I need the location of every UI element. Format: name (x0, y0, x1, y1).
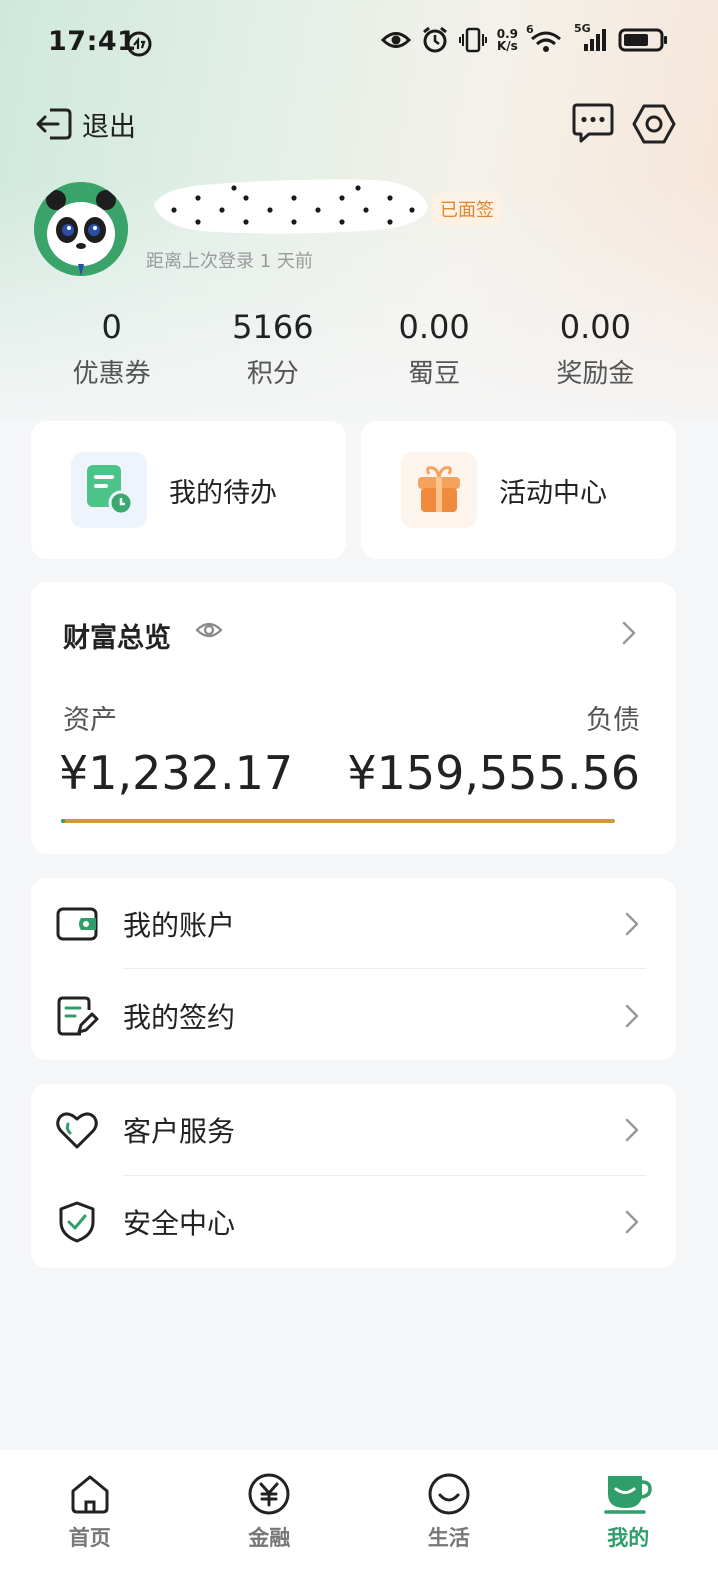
status-time: 17:41 (48, 26, 137, 57)
network-type-label: 5G (574, 22, 591, 35)
my-todo-label: 我的待办 (169, 477, 277, 509)
debt-value: ¥159,555.56 (347, 746, 640, 800)
exit-icon (36, 108, 72, 140)
wifi-label: 6 (526, 23, 534, 36)
todo-icon (71, 452, 147, 528)
wallet-icon (55, 902, 99, 946)
tab-life[interactable]: 生活 (359, 1450, 539, 1595)
activity-center-label: 活动中心 (499, 477, 607, 509)
tab-home[interactable]: 首页 (0, 1450, 180, 1595)
message-icon (572, 103, 614, 143)
gift-icon (401, 452, 477, 528)
stat-points[interactable]: 5166 积分 (192, 307, 353, 390)
menu-divider (123, 968, 646, 969)
redacted-username (154, 179, 428, 234)
stat-value: 0.00 (559, 308, 631, 346)
heart-svg-icon (56, 1112, 98, 1149)
stat-label: 积分 (246, 359, 299, 389)
stat-value: 0 (101, 308, 122, 346)
todo-document-icon (87, 465, 134, 516)
stats-row: 0 优惠券 5166 积分 0.00 蜀豆 0.00 奖励金 (31, 307, 676, 390)
cellular-indicator: 5G (574, 22, 608, 53)
smile-icon (428, 1473, 470, 1515)
exit-label: 退出 (82, 111, 136, 143)
panda-avatar-icon (34, 182, 128, 276)
network-speed: 0.9 K/s (497, 28, 518, 52)
vibrate-icon (458, 27, 487, 53)
wifi-indicator: 6 (526, 23, 564, 53)
shield-icon (55, 1200, 99, 1244)
eye-comfort-icon (380, 32, 411, 48)
messages-button[interactable] (571, 102, 615, 148)
menu-item-my-signing[interactable]: 我的签约 (31, 970, 676, 1062)
gift-box-icon (418, 466, 460, 512)
asset-debt-ratio-bar (61, 819, 615, 823)
shield-svg-icon (59, 1201, 95, 1243)
stat-label: 蜀豆 (408, 359, 461, 389)
chevron-right-icon (625, 1118, 639, 1142)
asset-ratio-fill (61, 819, 66, 823)
activity-center-card[interactable]: 活动中心 (361, 421, 676, 559)
cup-icon (604, 1476, 653, 1514)
stat-label: 奖励金 (556, 359, 635, 389)
alarm-icon (422, 26, 447, 53)
stat-value: 0.00 (398, 308, 470, 346)
home-icon (71, 1475, 109, 1514)
tab-label-finance: 金融 (248, 1526, 291, 1550)
tab-label-life: 生活 (427, 1526, 470, 1550)
tab-label-mine: 我的 (607, 1526, 650, 1550)
menu-label-my-signing: 我的签约 (123, 1001, 236, 1034)
gear-icon (632, 104, 676, 144)
status-icons: 0.9 K/s 6 5G (380, 22, 668, 54)
avatar[interactable] (34, 182, 128, 276)
menu-item-my-account[interactable]: 我的账户 (31, 878, 676, 970)
account-menu-card: 我的账户 我的签约 (31, 878, 676, 1060)
stat-label: 优惠券 (72, 359, 151, 389)
stat-value: 5166 (232, 308, 314, 346)
heart-icon (55, 1108, 99, 1152)
sign-document-icon (55, 994, 99, 1038)
wallet-svg-icon (56, 907, 98, 941)
exit-button[interactable]: 退出 (34, 104, 136, 144)
menu-label-customer-service: 客户服务 (123, 1115, 236, 1148)
asset-value: ¥1,232.17 (59, 746, 294, 800)
stat-coupons[interactable]: 0 优惠券 (31, 307, 192, 390)
debt-label: 负债 (586, 705, 640, 736)
menu-item-customer-service[interactable]: 客户服务 (31, 1084, 676, 1176)
chevron-right-icon[interactable] (621, 620, 637, 646)
stat-shudou[interactable]: 0.00 蜀豆 (354, 307, 515, 390)
last-login-text: 距离上次登录 1 天前 (146, 251, 313, 272)
chevron-right-icon (625, 1004, 639, 1028)
menu-label-security-center: 安全中心 (123, 1207, 236, 1240)
bottom-tab-bar: 首页 金融 生活 我的 (0, 1450, 718, 1595)
tab-finance[interactable]: 金融 (180, 1450, 360, 1595)
battery-icon (618, 28, 667, 52)
app-notification-icon (126, 31, 152, 57)
eye-icon[interactable] (195, 620, 223, 640)
menu-item-security-center[interactable]: 安全中心 (31, 1176, 676, 1268)
sign-svg-icon (57, 996, 99, 1036)
chevron-right-icon (625, 1210, 639, 1234)
net-speed-unit: K/s (496, 39, 518, 53)
service-menu-card: 客户服务 安全中心 (31, 1084, 676, 1268)
settings-button[interactable] (632, 102, 676, 150)
wealth-title: 财富总览 (63, 623, 171, 654)
yuan-icon (248, 1473, 290, 1515)
tab-label-home: 首页 (68, 1526, 111, 1550)
status-bar: 17:41 0.9 K/s 6 5G (0, 0, 718, 88)
face-verified-badge: 已面签 (432, 193, 502, 225)
menu-label-my-account: 我的账户 (123, 909, 236, 942)
wealth-overview-card[interactable]: 财富总览 资产 负债 ¥1,232.17 ¥159,555.56 (31, 582, 676, 854)
asset-label: 资产 (63, 705, 117, 736)
tab-mine[interactable]: 我的 (539, 1450, 718, 1595)
my-todo-card[interactable]: 我的待办 (31, 421, 346, 559)
stat-reward[interactable]: 0.00 奖励金 (515, 307, 676, 390)
chevron-right-icon (625, 912, 639, 936)
